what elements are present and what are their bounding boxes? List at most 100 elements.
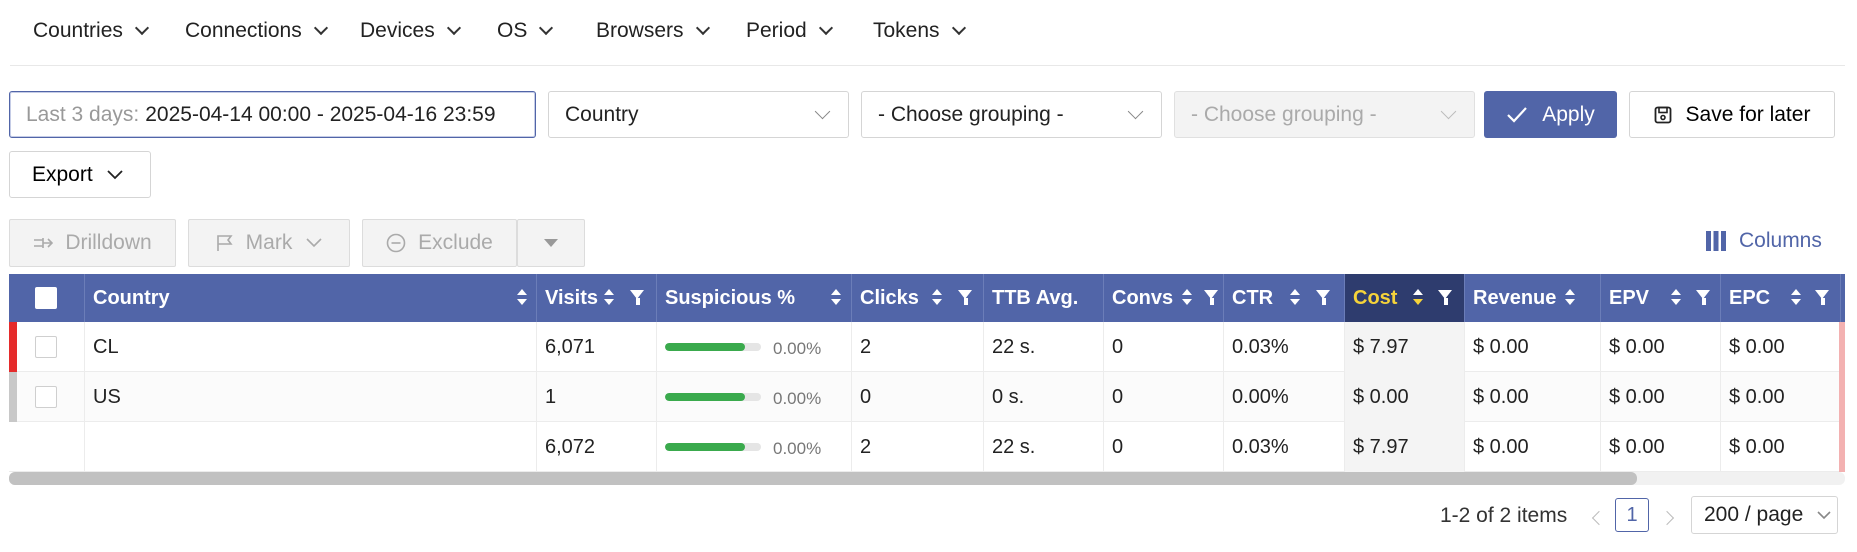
drilldown-icon bbox=[34, 238, 54, 248]
filter-icon[interactable] bbox=[1815, 290, 1830, 305]
header-ttb-avg[interactable]: TTB Avg. bbox=[984, 274, 1104, 322]
filter-icon[interactable] bbox=[1696, 290, 1711, 305]
chevron-down-icon bbox=[951, 20, 966, 36]
header-revenue[interactable]: Revenue bbox=[1465, 274, 1601, 322]
cell-epv: $ 0.00 bbox=[1601, 322, 1721, 372]
exclude-button[interactable]: Exclude bbox=[362, 219, 517, 267]
row-checkbox[interactable] bbox=[35, 386, 57, 408]
cell-suspicious: 0.00% bbox=[657, 322, 852, 372]
header-suspicious[interactable]: Suspicious % bbox=[657, 274, 852, 322]
columns-icon bbox=[1706, 231, 1726, 251]
minus-circle-icon bbox=[386, 233, 406, 253]
next-page-icon[interactable] bbox=[1659, 510, 1675, 526]
row-checkbox[interactable] bbox=[35, 336, 57, 358]
totals-country bbox=[85, 422, 537, 472]
header-clicks[interactable]: Clicks bbox=[852, 274, 984, 322]
save-for-later-button[interactable]: Save for later bbox=[1629, 91, 1835, 138]
total-visits: 6,072 bbox=[537, 422, 657, 472]
pagination-page[interactable]: 1 bbox=[1615, 498, 1649, 532]
sort-icon[interactable] bbox=[517, 289, 527, 307]
grouping-select-2[interactable]: - Choose grouping - bbox=[861, 91, 1162, 138]
sort-icon[interactable] bbox=[1182, 289, 1192, 307]
filter-nav: Countries Connections Devices OS Browser… bbox=[10, 0, 1845, 66]
check-icon bbox=[1507, 106, 1528, 123]
header-cost[interactable]: Cost bbox=[1345, 274, 1465, 322]
select-all-checkbox[interactable] bbox=[35, 287, 57, 309]
filter-icon[interactable] bbox=[1316, 290, 1331, 305]
exclude-dropdown-button[interactable] bbox=[517, 219, 585, 267]
total-epv: $ 0.00 bbox=[1601, 422, 1721, 472]
chevron-down-icon bbox=[313, 20, 328, 36]
header-ctr[interactable]: CTR bbox=[1224, 274, 1345, 322]
cell-ttb: 0 s. bbox=[984, 372, 1104, 422]
cell-clicks: 2 bbox=[852, 322, 984, 372]
sort-icon[interactable] bbox=[932, 289, 942, 307]
date-range-input[interactable]: Last 3 days: 2025-04-14 00:00 - 2025-04-… bbox=[9, 91, 536, 138]
cell-cost: $ 7.97 bbox=[1345, 322, 1465, 372]
sort-icon[interactable] bbox=[831, 289, 841, 307]
date-range-value: 2025-04-14 00:00 - 2025-04-16 23:59 bbox=[145, 102, 496, 126]
columns-button[interactable]: Columns bbox=[1705, 229, 1822, 253]
header-convs[interactable]: Convs bbox=[1104, 274, 1224, 322]
total-cost: $ 7.97 bbox=[1345, 422, 1465, 472]
nav-period[interactable]: Period bbox=[746, 19, 833, 43]
filter-icon[interactable] bbox=[958, 290, 973, 305]
sort-icon[interactable] bbox=[1413, 289, 1423, 307]
cell-ctr: 0.03% bbox=[1224, 322, 1345, 372]
header-visits[interactable]: Visits bbox=[537, 274, 657, 322]
page-size-select[interactable]: 200 / page bbox=[1691, 496, 1838, 534]
table-row[interactable]: US 1 0.00% 0 0 s. 0 0.00% $ 0.00 $ 0.00 … bbox=[9, 372, 1845, 422]
chevron-down-icon bbox=[1817, 510, 1831, 519]
pagination-total: 1-2 of 2 items bbox=[1440, 504, 1568, 527]
apply-button[interactable]: Apply bbox=[1484, 91, 1617, 138]
chevron-down-icon bbox=[814, 103, 831, 120]
cell-suspicious: 0.00% bbox=[657, 372, 852, 422]
mark-button[interactable]: Mark bbox=[188, 219, 350, 267]
save-icon bbox=[1654, 106, 1671, 123]
sort-icon[interactable] bbox=[1290, 289, 1300, 307]
cell-ttb: 22 s. bbox=[984, 322, 1104, 372]
chevron-down-icon bbox=[446, 20, 461, 36]
header-country[interactable]: Country bbox=[85, 274, 537, 322]
cell-visits: 1 bbox=[537, 372, 657, 422]
table-row[interactable]: CL 6,071 0.00% 2 22 s. 0 0.03% $ 7.97 $ … bbox=[9, 322, 1845, 372]
flag-icon bbox=[216, 235, 233, 251]
row-select-cell bbox=[9, 372, 85, 422]
nav-connections[interactable]: Connections bbox=[185, 19, 328, 43]
nav-devices[interactable]: Devices bbox=[360, 19, 461, 43]
prev-page-icon[interactable] bbox=[1591, 510, 1607, 526]
sort-icon[interactable] bbox=[1671, 289, 1681, 307]
caret-down-icon bbox=[544, 239, 558, 247]
drilldown-button[interactable]: Drilldown bbox=[9, 219, 176, 267]
totals-row: 6,072 0.00% 2 22 s. 0 0.03% $ 7.97 $ 0.0… bbox=[9, 422, 1845, 472]
horizontal-scrollbar[interactable] bbox=[9, 472, 1845, 485]
filter-icon[interactable] bbox=[630, 290, 645, 305]
cell-country: CL bbox=[85, 322, 537, 372]
total-suspicious: 0.00% bbox=[657, 422, 852, 472]
header-epc[interactable]: EPC bbox=[1721, 274, 1841, 322]
sort-icon[interactable] bbox=[604, 289, 614, 307]
nav-browsers[interactable]: Browsers bbox=[596, 19, 710, 43]
nav-os[interactable]: OS bbox=[497, 19, 554, 43]
nav-tokens[interactable]: Tokens bbox=[873, 19, 966, 43]
nav-countries[interactable]: Countries bbox=[33, 19, 149, 43]
chevron-down-icon bbox=[695, 20, 710, 36]
scrollbar-thumb[interactable] bbox=[9, 472, 1637, 485]
cell-epc: $ 0.00 bbox=[1721, 372, 1841, 422]
cell-epc: $ 0.00 bbox=[1721, 322, 1841, 372]
total-clicks: 2 bbox=[852, 422, 984, 472]
table-header: Country Visits Suspicious % Clicks TTB A… bbox=[9, 274, 1845, 322]
sort-icon[interactable] bbox=[1565, 289, 1575, 307]
cell-country: US bbox=[85, 372, 537, 422]
grouping-select-1[interactable]: Country bbox=[548, 91, 849, 138]
sort-icon[interactable] bbox=[1791, 289, 1801, 307]
row-select-cell bbox=[9, 322, 85, 372]
header-epv[interactable]: EPV bbox=[1601, 274, 1721, 322]
stats-table: Country Visits Suspicious % Clicks TTB A… bbox=[9, 274, 1845, 484]
filter-icon[interactable] bbox=[1204, 290, 1219, 305]
export-button[interactable]: Export bbox=[9, 151, 151, 198]
filter-icon[interactable] bbox=[1438, 290, 1453, 305]
total-convs: 0 bbox=[1104, 422, 1224, 472]
total-ctr: 0.03% bbox=[1224, 422, 1345, 472]
cell-convs: 0 bbox=[1104, 372, 1224, 422]
